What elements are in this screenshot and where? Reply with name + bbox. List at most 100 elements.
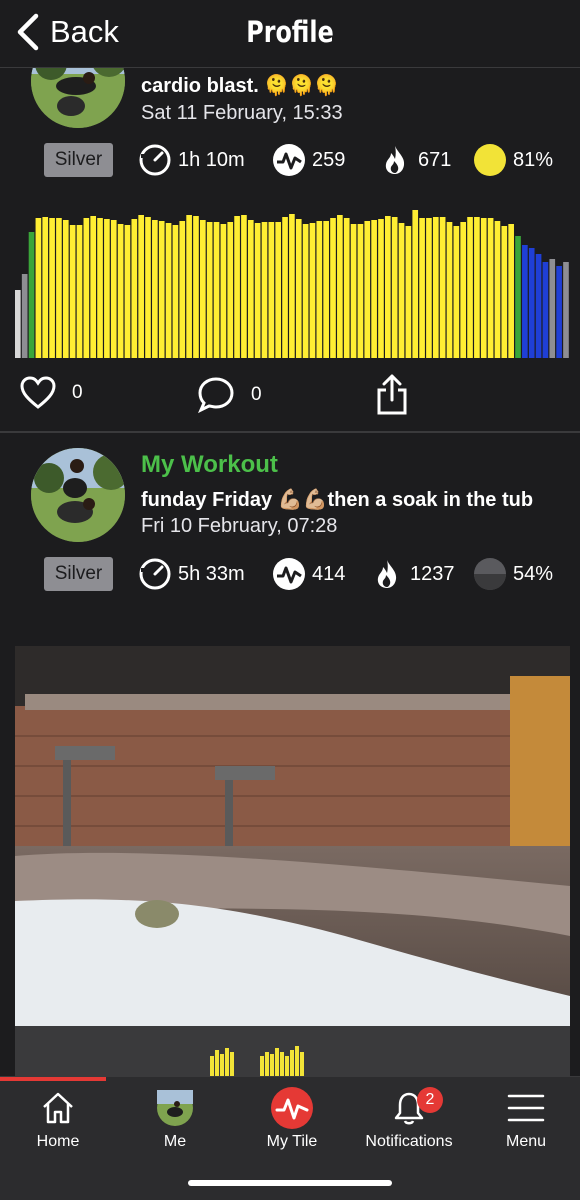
zone-bar (474, 217, 480, 358)
zone-bar (227, 222, 234, 358)
zone-bar (467, 217, 473, 358)
zone-bar (515, 236, 521, 358)
nav-header: Back Profile (0, 0, 580, 68)
effort-stat: 414 (272, 555, 345, 593)
calories-stat: 671 (378, 141, 451, 179)
zone-bar (385, 216, 391, 358)
menu-icon (507, 1094, 545, 1122)
zone-bar (124, 225, 131, 358)
zone-bar (487, 218, 494, 358)
zone-bar (131, 219, 138, 358)
post-date: Sat 11 February, 15:33 (141, 102, 343, 124)
notification-count-badge: 2 (417, 1087, 443, 1113)
heart-rate-zone-chart (15, 210, 569, 358)
zone-bar (542, 262, 549, 358)
zone-bar (193, 216, 199, 358)
zone-bar (206, 222, 213, 358)
zone-bar (494, 221, 501, 358)
zone-bar (556, 266, 562, 358)
zone-bar (371, 220, 377, 358)
zone-bar (405, 226, 412, 358)
zone-bar (302, 224, 309, 358)
post-caption: cardio blast. 🫠🫠🫠 (141, 75, 340, 97)
zone-bar (76, 225, 83, 358)
percent-value: 81% (513, 148, 554, 171)
flame-icon (377, 560, 397, 588)
zone-bar (104, 219, 110, 358)
zone-bar (323, 221, 329, 358)
comment-icon (198, 377, 234, 414)
zone-bar (62, 220, 69, 358)
zone-bar (508, 224, 514, 358)
zone-bar (90, 216, 97, 358)
zone-bar (145, 217, 151, 358)
zone-bar (220, 224, 227, 358)
effort-value: 414 (312, 562, 346, 585)
tab-home[interactable]: Home (0, 1087, 116, 1157)
zone-bar (234, 216, 240, 358)
zone-bar (501, 226, 508, 358)
zone-bar (117, 224, 124, 358)
zone-bar (535, 254, 542, 358)
effort-value: 259 (312, 148, 346, 171)
zone-bar (165, 223, 172, 358)
zone-bar (439, 217, 446, 358)
zone-bar (563, 262, 569, 358)
avatar-icon (157, 1090, 193, 1126)
zone-bar (21, 274, 28, 358)
zone-bar (446, 222, 453, 358)
zone-bar (42, 217, 49, 358)
intensity-dot-icon (474, 144, 506, 176)
effort-stat: 259 (272, 141, 345, 179)
zone-bar (241, 215, 247, 358)
effort-points-icon (273, 144, 305, 176)
zone-bar (295, 219, 302, 358)
tier-badge: Silver (44, 557, 113, 591)
zone-bar (282, 217, 288, 358)
tab-notifications[interactable]: 2 Notifications (351, 1087, 467, 1157)
share-icon (377, 374, 407, 415)
zone-bar (172, 225, 179, 358)
zone-bar (97, 218, 103, 358)
calories-value: 1237 (410, 562, 455, 585)
zone-bar (549, 259, 556, 358)
zone-bar (289, 214, 295, 358)
zone-bar (343, 218, 350, 358)
zone-bar (261, 222, 268, 358)
comment-button[interactable]: 0 (197, 376, 262, 414)
tab-menu[interactable]: Menu (468, 1087, 580, 1157)
percent-value: 54% (513, 562, 554, 585)
zone-bar (426, 218, 432, 358)
zone-bar (309, 223, 316, 358)
zone-bar (268, 222, 275, 358)
duration-value: 1h 10m (178, 148, 245, 171)
like-button[interactable]: 0 (20, 376, 83, 410)
home-icon (43, 1092, 73, 1124)
zone-bar (432, 217, 439, 358)
timer-icon (139, 558, 171, 590)
tab-me[interactable]: Me (117, 1087, 233, 1157)
zone-bar (330, 218, 336, 358)
zone-bar (186, 215, 192, 358)
tab-label: Home (36, 1133, 80, 1150)
zone-bar (83, 218, 90, 358)
zone-bar (522, 245, 528, 358)
zone-bar (247, 220, 254, 358)
post-title[interactable]: My Workout (141, 451, 278, 479)
zone-bar (179, 221, 186, 358)
intensity-dot-icon (474, 558, 506, 590)
zone-bar (28, 232, 35, 358)
percent-stat: 54% (473, 555, 553, 593)
home-indicator (188, 1180, 392, 1186)
post-photo[interactable] (15, 646, 570, 1076)
share-button[interactable] (376, 372, 408, 416)
post-actions: 0 0 (0, 370, 580, 426)
zone-bar (357, 224, 364, 358)
tier-badge: Silver (44, 143, 113, 177)
tab-my-tile[interactable]: My Tile (234, 1087, 350, 1157)
tab-label: Notifications (365, 1133, 453, 1150)
zone-bar (110, 220, 117, 358)
user-avatar[interactable] (31, 448, 125, 542)
like-count: 0 (72, 382, 83, 403)
post-caption: funday Friday 💪🏼💪🏼then a soak in the tub (141, 489, 534, 511)
